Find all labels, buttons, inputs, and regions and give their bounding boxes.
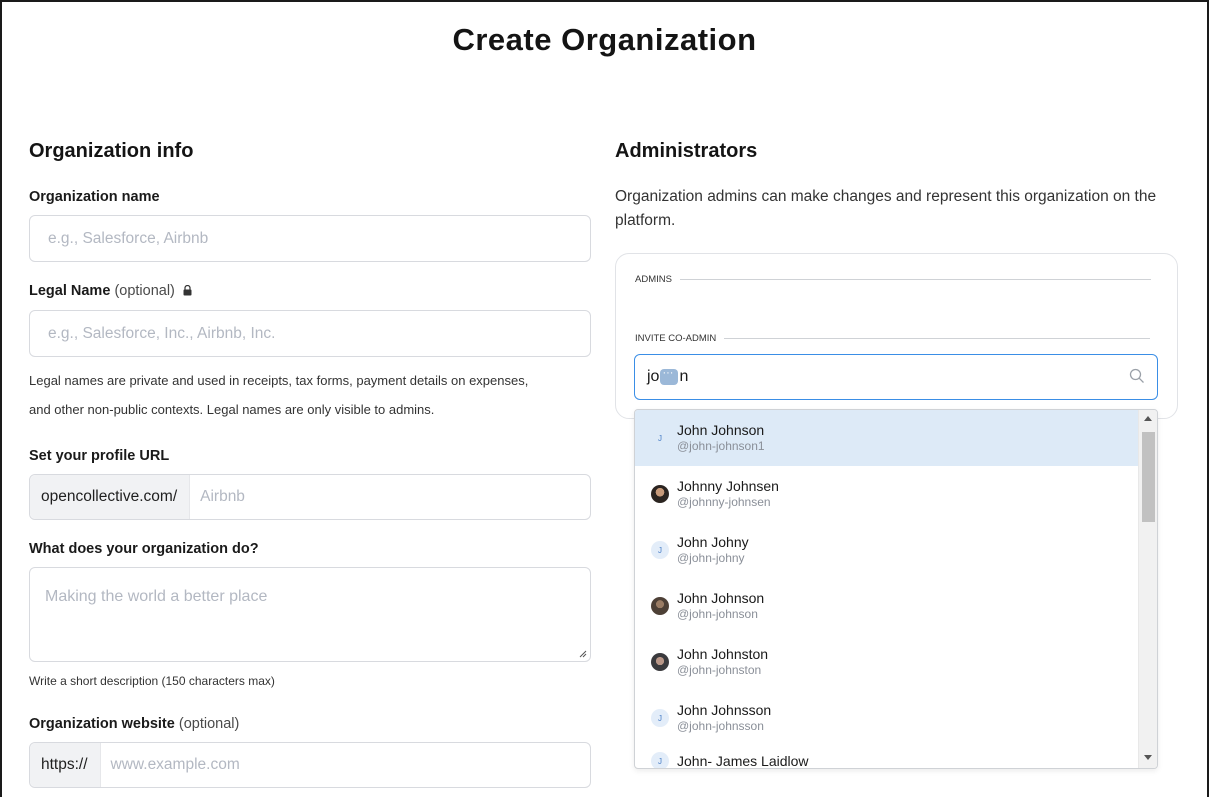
profile-url-prefix: opencollective.com/ <box>30 475 191 519</box>
admins-divider: ADMINS <box>635 274 1151 285</box>
result-name: John Johnson <box>677 422 765 438</box>
results-scrollbar[interactable] <box>1138 410 1157 768</box>
legal-name-label: Legal Name (optional) <box>29 283 192 299</box>
admins-label: ADMINS <box>635 274 672 285</box>
legal-help-line-1: Legal names are private and used in rece… <box>29 373 529 388</box>
legal-name-help: Legal names are private and used in rece… <box>29 366 599 424</box>
profile-url-input[interactable]: opencollective.com/ Airbnb <box>29 474 591 520</box>
invite-search-input[interactable]: jo n <box>634 354 1158 400</box>
result-item[interactable]: J John Johnson @john-johnson1 <box>635 410 1140 466</box>
org-name-placeholder: e.g., Salesforce, Airbnb <box>48 229 209 247</box>
description-placeholder: Making the world a better place <box>45 588 268 605</box>
result-handle: @john-johny <box>677 551 745 565</box>
result-handle: @john-johnsson <box>677 719 764 733</box>
description-label: What does your organization do? <box>29 541 259 557</box>
search-value-start: jo <box>647 368 660 385</box>
result-item[interactable]: J John Johny @john-johny <box>635 522 1140 578</box>
description-help: Write a short description (150 character… <box>29 674 275 688</box>
result-handle: @johnny-johnsen <box>677 495 771 509</box>
avatar: J <box>651 541 669 559</box>
profile-url-placeholder: Airbnb <box>200 488 245 505</box>
result-item[interactable]: John Johnston @john-johnston <box>635 634 1140 690</box>
result-name: John Johnsson <box>677 702 772 718</box>
description-textarea[interactable]: Making the world a better place <box>29 567 591 662</box>
result-text: John Johnston @john-johnston <box>677 646 768 678</box>
search-value: jo n <box>635 367 689 386</box>
website-optional: (optional) <box>178 716 240 732</box>
avatar <box>651 653 669 671</box>
result-item[interactable]: J John Johnsson @john-johnsson <box>635 690 1140 746</box>
results-list: J John Johnson @john-johnson1 Johnny Joh… <box>635 410 1140 769</box>
admins-divider-line <box>679 279 1151 280</box>
result-item[interactable]: Johnny Johnsen @johnny-johnsen <box>635 466 1140 522</box>
typing-indicator-icon <box>660 367 679 385</box>
legal-name-placeholder: e.g., Salesforce, Inc., Airbnb, Inc. <box>48 324 276 342</box>
legal-help-line-2: and other non-public contexts. Legal nam… <box>29 402 435 417</box>
scroll-down-icon[interactable] <box>1144 755 1152 760</box>
scroll-thumb[interactable] <box>1142 432 1155 522</box>
avatar <box>651 485 669 503</box>
result-text: John Johny @john-johny <box>677 534 749 566</box>
result-text: John- James Laidlow <box>677 753 809 769</box>
search-icon[interactable] <box>1129 368 1145 384</box>
search-value-end: n <box>679 368 689 385</box>
result-name: Johnny Johnsen <box>677 478 779 494</box>
website-prefix: https:// <box>30 743 101 787</box>
avatar: J <box>651 709 669 727</box>
profile-url-label: Set your profile URL <box>29 448 170 464</box>
result-name: John Johnston <box>677 646 769 662</box>
org-name-label: Organization name <box>29 189 160 205</box>
result-handle: @john-johnston <box>677 663 762 677</box>
invite-label: INVITE CO-ADMIN <box>635 333 717 344</box>
search-results-dropdown[interactable]: J John Johnson @john-johnson1 Johnny Joh… <box>634 409 1158 769</box>
org-name-input[interactable]: e.g., Salesforce, Airbnb <box>29 215 591 262</box>
website-input[interactable]: https:// www.example.com <box>29 742 591 788</box>
result-text: John Johnsson @john-johnsson <box>677 702 771 734</box>
avatar: J <box>658 433 662 443</box>
website-label: Organization website (optional) <box>29 716 239 732</box>
legal-name-optional: (optional) <box>114 283 175 299</box>
administrators-heading: Administrators <box>615 140 758 162</box>
result-item[interactable]: J John- James Laidlow <box>635 746 1140 769</box>
scroll-up-icon[interactable] <box>1144 416 1152 421</box>
result-name: John Johnson <box>677 590 765 606</box>
result-name: John Johny <box>677 534 749 550</box>
page-title: Create Organization <box>452 22 757 57</box>
legal-name-label-text: Legal Name <box>29 283 111 299</box>
result-name: John- James Laidlow <box>677 753 809 769</box>
resize-handle-icon[interactable] <box>579 650 587 658</box>
website-label-text: Organization website <box>29 716 175 732</box>
result-handle: @john-johnson <box>677 607 758 621</box>
result-text: John Johnson @john-johnson1 <box>677 422 765 454</box>
result-text: Johnny Johnsen @johnny-johnsen <box>677 478 779 510</box>
org-info-heading: Organization info <box>29 140 194 162</box>
administrators-description: Organization admins can make changes and… <box>615 188 1157 229</box>
lock-icon <box>183 285 192 296</box>
result-handle: @john-johnson1 <box>677 439 765 453</box>
invite-divider: INVITE CO-ADMIN <box>635 333 1151 344</box>
result-text: John Johnson @john-johnson <box>677 590 764 622</box>
invite-divider-line <box>724 338 1151 339</box>
avatar <box>651 597 669 615</box>
result-item[interactable]: John Johnson @john-johnson <box>635 578 1140 634</box>
website-placeholder: www.example.com <box>110 756 240 773</box>
avatar: J <box>651 752 669 768</box>
legal-name-input[interactable]: e.g., Salesforce, Inc., Airbnb, Inc. <box>29 310 591 357</box>
